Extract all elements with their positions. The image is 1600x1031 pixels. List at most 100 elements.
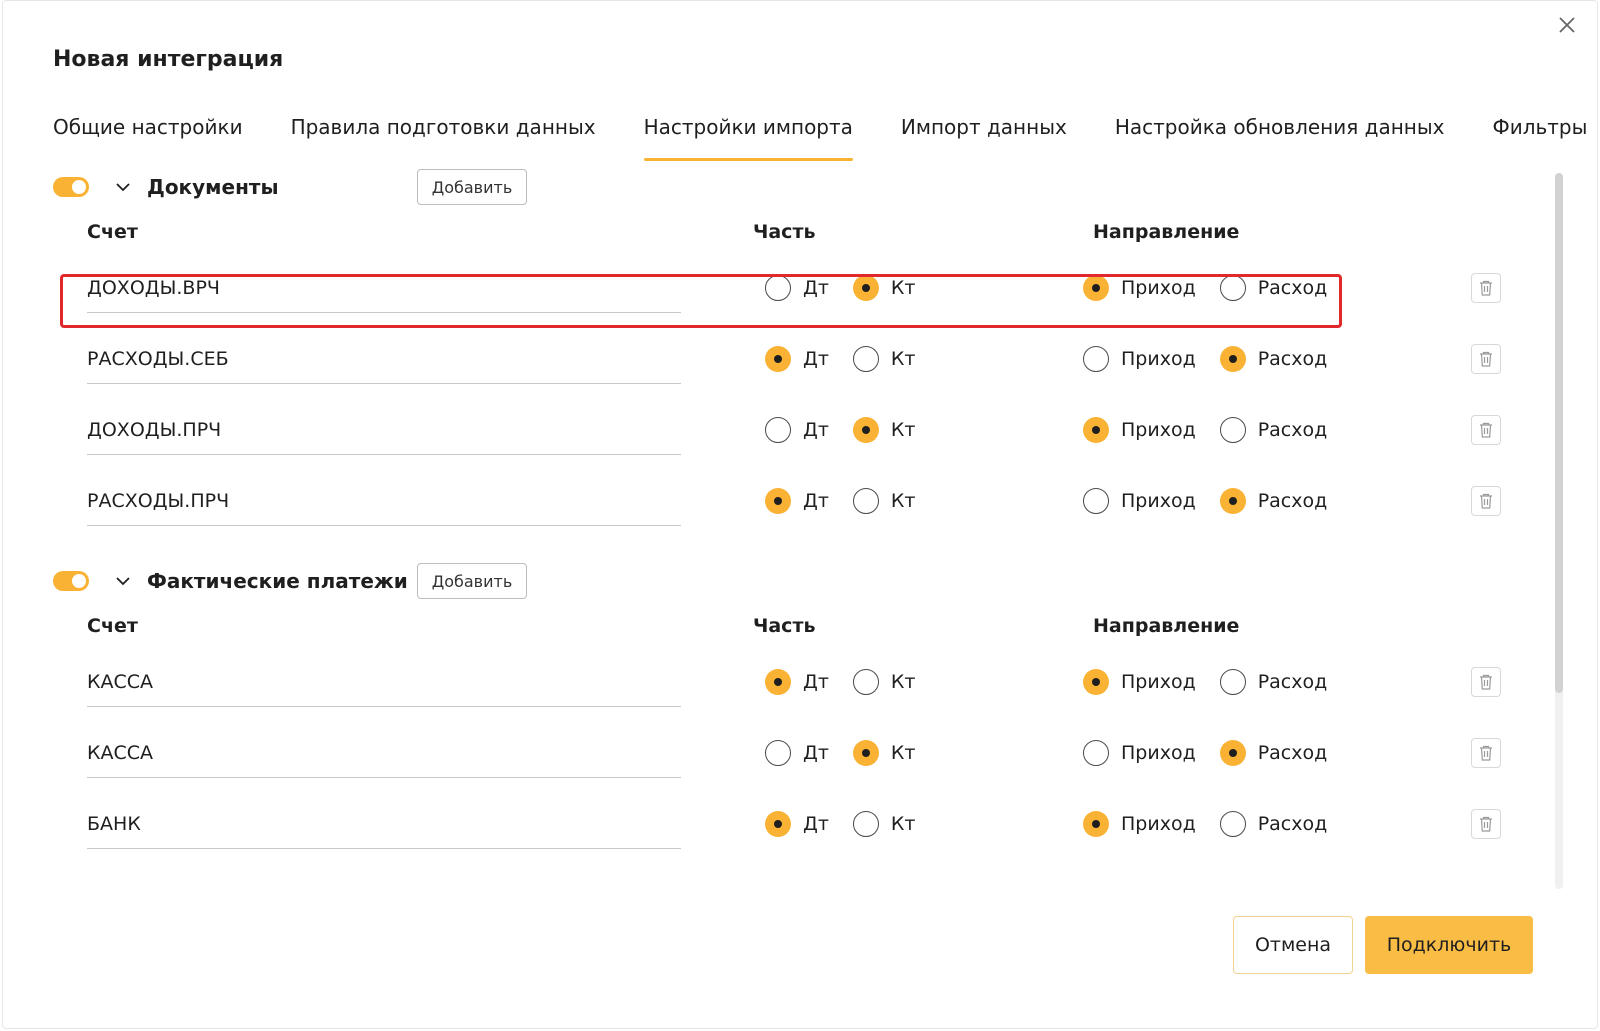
radio-income[interactable]: Приход xyxy=(1083,417,1196,443)
radio-label: Приход xyxy=(1121,490,1196,512)
section-documents: Документы Добавить Счет Часть Направлени… xyxy=(53,169,1533,545)
radio-debit[interactable]: Дт xyxy=(765,669,829,695)
account-field[interactable]: БАНК xyxy=(87,809,681,849)
radio-circle xyxy=(852,669,879,695)
radio-label: Расход xyxy=(1257,671,1328,693)
tab-import-settings[interactable]: Настройки импорта xyxy=(643,113,854,161)
section-toggle[interactable] xyxy=(53,177,89,197)
account-field[interactable]: РАСХОДЫ.СЕБ xyxy=(87,344,681,384)
radio-debit[interactable]: Дт xyxy=(765,811,829,837)
radio-income[interactable]: Приход xyxy=(1083,740,1196,766)
direction-radio-group: Приход Расход xyxy=(1083,273,1327,303)
radio-label: Расход xyxy=(1257,419,1328,441)
trash-icon[interactable] xyxy=(1471,809,1501,839)
trash-icon[interactable] xyxy=(1471,667,1501,697)
chevron-down-icon[interactable] xyxy=(113,177,133,197)
cancel-button[interactable]: Отмена xyxy=(1233,916,1353,974)
radio-debit[interactable]: Дт xyxy=(765,346,829,372)
account-field[interactable]: КАССА xyxy=(87,667,681,707)
section-title: Фактические платежи xyxy=(147,569,408,593)
add-button[interactable]: Добавить xyxy=(417,169,527,205)
part-radio-group: Дт Кт xyxy=(765,486,915,516)
tab-data-update-settings[interactable]: Настройка обновления данных xyxy=(1115,113,1445,161)
radio-expense[interactable]: Расход xyxy=(1219,275,1327,301)
radio-circle xyxy=(852,811,879,837)
radio-credit[interactable]: Кт xyxy=(852,346,915,372)
radio-circle xyxy=(765,669,791,695)
radio-income[interactable]: Приход xyxy=(1083,488,1196,514)
column-header-part: Часть xyxy=(753,221,816,243)
trash-icon[interactable] xyxy=(1471,273,1501,303)
trash-icon[interactable] xyxy=(1471,486,1501,516)
trash-icon[interactable] xyxy=(1471,738,1501,768)
trash-icon[interactable] xyxy=(1471,415,1501,445)
radio-label: Кт xyxy=(890,419,916,441)
radio-label: Приход xyxy=(1121,419,1196,441)
scrollbar-thumb[interactable] xyxy=(1555,173,1563,693)
trash-icon[interactable] xyxy=(1471,344,1501,374)
column-headers: Счет Часть Направление xyxy=(53,221,1533,261)
chevron-down-icon[interactable] xyxy=(113,571,133,591)
column-header-account: Счет xyxy=(87,615,138,637)
radio-circle xyxy=(852,740,879,766)
radio-debit[interactable]: Дт xyxy=(765,417,829,443)
radio-label: Кт xyxy=(890,742,916,764)
radio-label: Расход xyxy=(1257,742,1328,764)
radio-debit[interactable]: Дт xyxy=(765,275,829,301)
add-button[interactable]: Добавить xyxy=(417,563,527,599)
radio-income[interactable]: Приход xyxy=(1083,669,1196,695)
radio-expense[interactable]: Расход xyxy=(1219,346,1327,372)
radio-label: Кт xyxy=(890,671,916,693)
radio-debit[interactable]: Дт xyxy=(765,740,829,766)
new-integration-dialog: Новая интеграция Общие настройки Правила… xyxy=(2,0,1598,1029)
radio-credit[interactable]: Кт xyxy=(852,740,916,766)
table-row: ДОХОДЫ.ВРЧ Дт Кт Приход Расход xyxy=(53,261,1533,332)
radio-label: Приход xyxy=(1121,277,1196,299)
radio-label: Дт xyxy=(803,348,829,370)
tab-data-import[interactable]: Импорт данных xyxy=(901,113,1067,161)
radio-expense[interactable]: Расход xyxy=(1219,740,1328,766)
account-field[interactable]: ДОХОДЫ.ВРЧ xyxy=(87,273,681,313)
radio-label: Приход xyxy=(1121,671,1196,693)
radio-credit[interactable]: Кт xyxy=(852,275,915,301)
tab-bar: Общие настройки Правила подготовки данны… xyxy=(53,113,1600,161)
radio-credit[interactable]: Кт xyxy=(852,811,915,837)
radio-circle xyxy=(1083,488,1109,514)
tab-data-preparation-rules[interactable]: Правила подготовки данных xyxy=(291,113,596,161)
radio-income[interactable]: Приход xyxy=(1083,346,1196,372)
table-row: БАНК Дт Кт Приход Расход xyxy=(53,797,1533,868)
account-field[interactable]: КАССА xyxy=(87,738,681,778)
tab-general-settings[interactable]: Общие настройки xyxy=(53,113,243,161)
tab-filters[interactable]: Фильтры xyxy=(1493,113,1588,161)
radio-expense[interactable]: Расход xyxy=(1219,417,1328,443)
part-radio-group: Дт Кт xyxy=(765,344,915,374)
radio-circle xyxy=(1219,488,1246,514)
radio-expense[interactable]: Расход xyxy=(1219,811,1327,837)
account-field[interactable]: РАСХОДЫ.ПРЧ xyxy=(87,486,681,526)
radio-credit[interactable]: Кт xyxy=(852,488,915,514)
section-title: Документы xyxy=(147,175,279,199)
radio-circle xyxy=(1083,346,1109,372)
section-toggle[interactable] xyxy=(53,571,89,591)
radio-debit[interactable]: Дт xyxy=(765,488,829,514)
connect-button[interactable]: Подключить xyxy=(1365,916,1533,974)
scrollbar[interactable] xyxy=(1555,173,1563,889)
direction-radio-group: Приход Расход xyxy=(1083,738,1327,768)
radio-credit[interactable]: Кт xyxy=(852,669,916,695)
radio-income[interactable]: Приход xyxy=(1083,811,1196,837)
radio-circle xyxy=(1219,811,1246,837)
account-field[interactable]: ДОХОДЫ.ПРЧ xyxy=(87,415,681,455)
radio-credit[interactable]: Кт xyxy=(852,417,916,443)
radio-circle xyxy=(1083,669,1109,695)
radio-circle xyxy=(1219,669,1246,695)
direction-radio-group: Приход Расход xyxy=(1083,667,1327,697)
radio-circle xyxy=(1219,740,1246,766)
radio-expense[interactable]: Расход xyxy=(1219,488,1327,514)
radio-circle xyxy=(1219,346,1246,372)
radio-expense[interactable]: Расход xyxy=(1219,669,1328,695)
radio-circle xyxy=(852,275,879,301)
radio-income[interactable]: Приход xyxy=(1083,275,1196,301)
radio-circle xyxy=(1083,417,1109,443)
direction-radio-group: Приход Расход xyxy=(1083,486,1327,516)
close-icon[interactable] xyxy=(1555,13,1579,37)
